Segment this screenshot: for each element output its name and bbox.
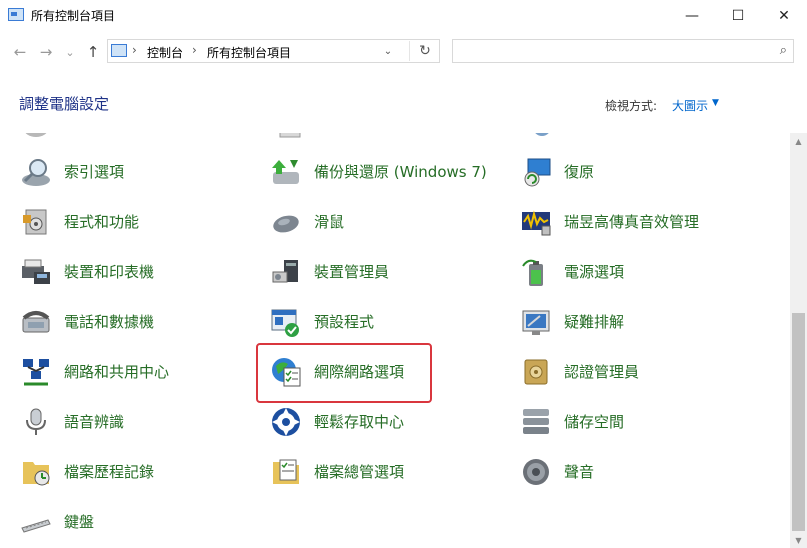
breadcrumb-separator-icon[interactable]: ›	[132, 43, 137, 57]
item-label: 輕鬆存取中心	[314, 413, 405, 431]
item-devices-printers[interactable]: 裝置和印表機	[20, 252, 260, 292]
control-panel-icon	[8, 8, 24, 21]
credential-manager-icon	[524, 359, 548, 385]
item-programs-features[interactable]: 程式和功能	[20, 202, 260, 242]
refresh-button[interactable]: ↻	[409, 41, 440, 61]
item-label: 語音辨識	[64, 413, 125, 431]
ease-of-access-icon	[272, 408, 300, 436]
breadcrumb-control-panel[interactable]: 控制台	[147, 44, 183, 61]
partial-item-icon	[25, 133, 47, 137]
view-by-dropdown[interactable]: 大圖示	[672, 97, 708, 114]
window-title: 所有控制台項目	[31, 9, 116, 23]
recovery-icon	[524, 158, 551, 187]
item-label: 認證管理員	[564, 363, 640, 381]
item-power-options[interactable]: 電源選項	[520, 252, 760, 292]
device-manager-icon	[272, 260, 298, 283]
item-label: 滑鼠	[314, 213, 345, 231]
scroll-thumb[interactable]	[792, 313, 805, 531]
view-by-label: 檢視方式:	[605, 99, 658, 113]
file-explorer-options-icon	[273, 459, 299, 484]
item-label: 疑難排解	[564, 313, 625, 331]
address-bar[interactable]: › 控制台 › 所有控制台項目 ⌄ ↻	[107, 39, 440, 63]
item-label: 程式和功能	[64, 213, 140, 231]
item-label: 裝置管理員	[314, 263, 390, 281]
address-toolbar: ← → ⌄ ↑ › 控制台 › 所有控制台項目 ⌄ ↻ ⌕	[0, 31, 807, 71]
backup-restore-icon	[272, 160, 299, 184]
item-troubleshooting[interactable]: 疑難排解	[520, 302, 760, 342]
speech-recognition-icon	[26, 408, 46, 435]
item-label: 索引選項	[64, 163, 125, 181]
item-label: 復原	[564, 163, 595, 181]
maximize-button[interactable]: ☐	[715, 0, 761, 31]
item-label: 檔案總管選項	[314, 463, 405, 481]
item-default-programs[interactable]: 預設程式	[270, 302, 510, 342]
page-title: 調整電腦設定	[19, 95, 110, 113]
item-backup-restore[interactable]: 備份與還原 (Windows 7)	[270, 152, 510, 192]
storage-spaces-icon	[523, 409, 549, 434]
control-panel-items: 索引選項 備份與還原 (Windows 7) 復原 程式和功能 滑鼠 瑞昱高傳真…	[0, 133, 790, 548]
item-label: 鍵盤	[64, 513, 95, 531]
power-options-icon	[522, 259, 543, 286]
address-dropdown-icon[interactable]: ⌄	[378, 42, 398, 60]
item-device-manager[interactable]: 裝置管理員	[270, 252, 510, 292]
page-header: 調整電腦設定 檢視方式: 大圖示 ▼	[0, 71, 807, 133]
item-mouse[interactable]: 滑鼠	[270, 202, 510, 242]
close-button[interactable]: ✕	[761, 0, 807, 31]
item-label: 備份與還原 (Windows 7)	[314, 163, 487, 181]
search-input[interactable]: ⌕	[452, 39, 794, 63]
programs-features-icon	[23, 209, 47, 235]
item-ease-of-access[interactable]: 輕鬆存取中心	[270, 402, 510, 442]
keyboard-icon	[21, 519, 51, 533]
search-icon: ⌕	[779, 43, 787, 58]
item-label: 裝置和印表機	[64, 263, 155, 281]
item-file-explorer-options[interactable]: 檔案總管選項	[270, 452, 510, 492]
devices-printers-icon	[22, 259, 50, 284]
back-button[interactable]: ←	[10, 42, 30, 62]
highlight-box	[256, 343, 432, 403]
item-indexing-options[interactable]: 索引選項	[20, 152, 260, 192]
forward-button[interactable]: →	[36, 42, 56, 62]
vertical-scrollbar[interactable]: ▲ ▼	[790, 133, 807, 548]
sound-icon	[523, 459, 549, 485]
item-sound[interactable]: 聲音	[520, 452, 760, 492]
search-index-icon	[22, 159, 50, 186]
up-button[interactable]: ↑	[83, 42, 103, 62]
mouse-icon	[273, 215, 299, 233]
item-label: 網路和共用中心	[64, 363, 170, 381]
chevron-down-icon[interactable]: ▼	[712, 98, 719, 108]
control-panel-icon	[111, 44, 127, 57]
scroll-down-icon[interactable]: ▼	[790, 532, 807, 548]
item-phone-modem[interactable]: 電話和數據機	[20, 302, 260, 342]
item-label: 聲音	[564, 463, 595, 481]
breadcrumb-all-items[interactable]: 所有控制台項目	[207, 44, 291, 61]
item-storage-spaces[interactable]: 儲存空間	[520, 402, 760, 442]
item-speech-recognition[interactable]: 語音辨識	[20, 402, 260, 442]
troubleshooting-icon	[522, 310, 550, 335]
item-credential-manager[interactable]: 認證管理員	[520, 352, 760, 392]
item-keyboard[interactable]: 鍵盤	[20, 502, 260, 542]
item-label: 預設程式	[314, 313, 375, 331]
item-network-sharing[interactable]: 網路和共用中心	[20, 352, 260, 392]
item-label: 檔案歷程記錄	[64, 463, 155, 481]
default-programs-icon	[271, 309, 299, 337]
partial-item-icon	[535, 133, 549, 136]
partial-item-icon	[279, 133, 301, 138]
item-label: 電話和數據機	[64, 313, 155, 331]
item-label: 電源選項	[564, 263, 625, 281]
scroll-up-icon[interactable]: ▲	[790, 133, 807, 149]
realtek-audio-icon	[522, 210, 551, 236]
recent-locations-button[interactable]: ⌄	[60, 42, 80, 62]
item-file-history[interactable]: 檔案歷程記錄	[20, 452, 260, 492]
network-sharing-icon	[23, 359, 49, 386]
phone-modem-icon	[22, 311, 50, 333]
item-realtek-audio[interactable]: 瑞昱高傳真音效管理	[520, 202, 760, 242]
item-label: 儲存空間	[564, 413, 625, 431]
file-history-icon	[23, 462, 50, 486]
breadcrumb-separator-icon[interactable]: ›	[192, 43, 197, 57]
title-bar: 所有控制台項目 — ☐ ✕	[0, 0, 807, 31]
item-label: 瑞昱高傳真音效管理	[564, 213, 700, 231]
item-recovery[interactable]: 復原	[520, 152, 760, 192]
minimize-button[interactable]: —	[669, 0, 715, 31]
